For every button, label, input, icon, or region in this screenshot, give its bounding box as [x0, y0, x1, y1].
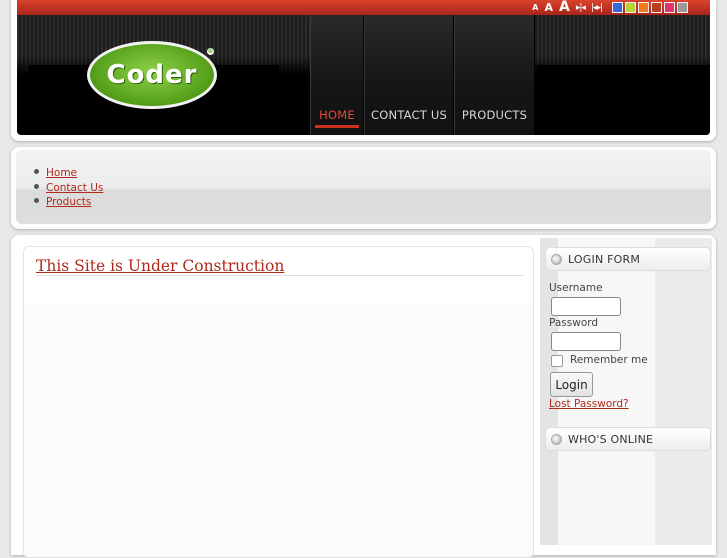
quick-links: Home Contact Us Products [34, 164, 103, 208]
swatch-blue[interactable] [612, 2, 623, 13]
site-header: Coder ® HOME CONTACT US PRODUCTS [17, 15, 710, 135]
main-nav: HOME CONTACT US PRODUCTS [310, 15, 535, 135]
password-input[interactable] [551, 332, 621, 351]
link-home[interactable]: Home [46, 167, 77, 179]
remember-me-label: Remember me [570, 354, 648, 366]
color-swatches [612, 2, 688, 13]
whos-online-title: WHO'S ONLINE [568, 432, 654, 446]
nav-home-label: HOME [319, 108, 355, 122]
login-button[interactable]: Login [550, 372, 593, 397]
username-label: Username [549, 282, 603, 294]
nav-contact-label: CONTACT US [371, 108, 447, 122]
bullet-icon [551, 253, 562, 265]
link-contact-us[interactable]: Contact Us [46, 182, 103, 194]
login-module-title: LOGIN FORM [568, 252, 641, 266]
content-panel: This Site is Under Construction [23, 246, 534, 558]
toolbar-tools: A A A ▸|◂ |◂▸| [532, 0, 688, 15]
password-label: Password [549, 317, 599, 329]
links-panel [16, 150, 711, 224]
lost-password-link[interactable]: Lost Password? [549, 398, 629, 410]
nav-products[interactable]: PRODUCTS [454, 15, 535, 135]
registered-mark: ® [207, 48, 214, 55]
font-large-button[interactable]: A [559, 0, 570, 15]
remember-me-checkbox[interactable] [551, 355, 563, 367]
login-module-header: LOGIN FORM [545, 247, 711, 271]
logo-text: Coder [106, 60, 198, 90]
top-toolbar: A A A ▸|◂ |◂▸| [17, 0, 710, 15]
swatch-rust[interactable] [651, 2, 662, 13]
title-divider [36, 275, 523, 276]
header-shade-right [537, 65, 710, 135]
swatch-pink[interactable] [664, 2, 675, 13]
nav-home[interactable]: HOME [310, 15, 364, 135]
swatch-gray[interactable] [677, 2, 688, 13]
narrow-width-icon[interactable]: ▸|◂ [576, 3, 586, 13]
font-medium-button[interactable]: A [544, 0, 553, 15]
wide-width-icon[interactable]: |◂▸| [591, 3, 603, 13]
nav-products-label: PRODUCTS [461, 108, 528, 122]
site-logo[interactable]: Coder [87, 41, 217, 109]
swatch-lime[interactable] [625, 2, 636, 13]
list-item: Products [34, 193, 103, 208]
list-item: Contact Us [34, 179, 103, 194]
nav-contact-us[interactable]: CONTACT US [364, 15, 454, 135]
username-input[interactable] [551, 297, 621, 316]
page-title[interactable]: This Site is Under Construction [36, 257, 284, 275]
swatch-orange[interactable] [638, 2, 649, 13]
whos-online-module-header: WHO'S ONLINE [545, 427, 711, 451]
list-item: Home [34, 164, 103, 179]
font-small-button[interactable]: A [532, 0, 538, 15]
content-header: This Site is Under Construction [24, 247, 533, 305]
bullet-icon [551, 433, 562, 445]
link-products[interactable]: Products [46, 196, 91, 208]
